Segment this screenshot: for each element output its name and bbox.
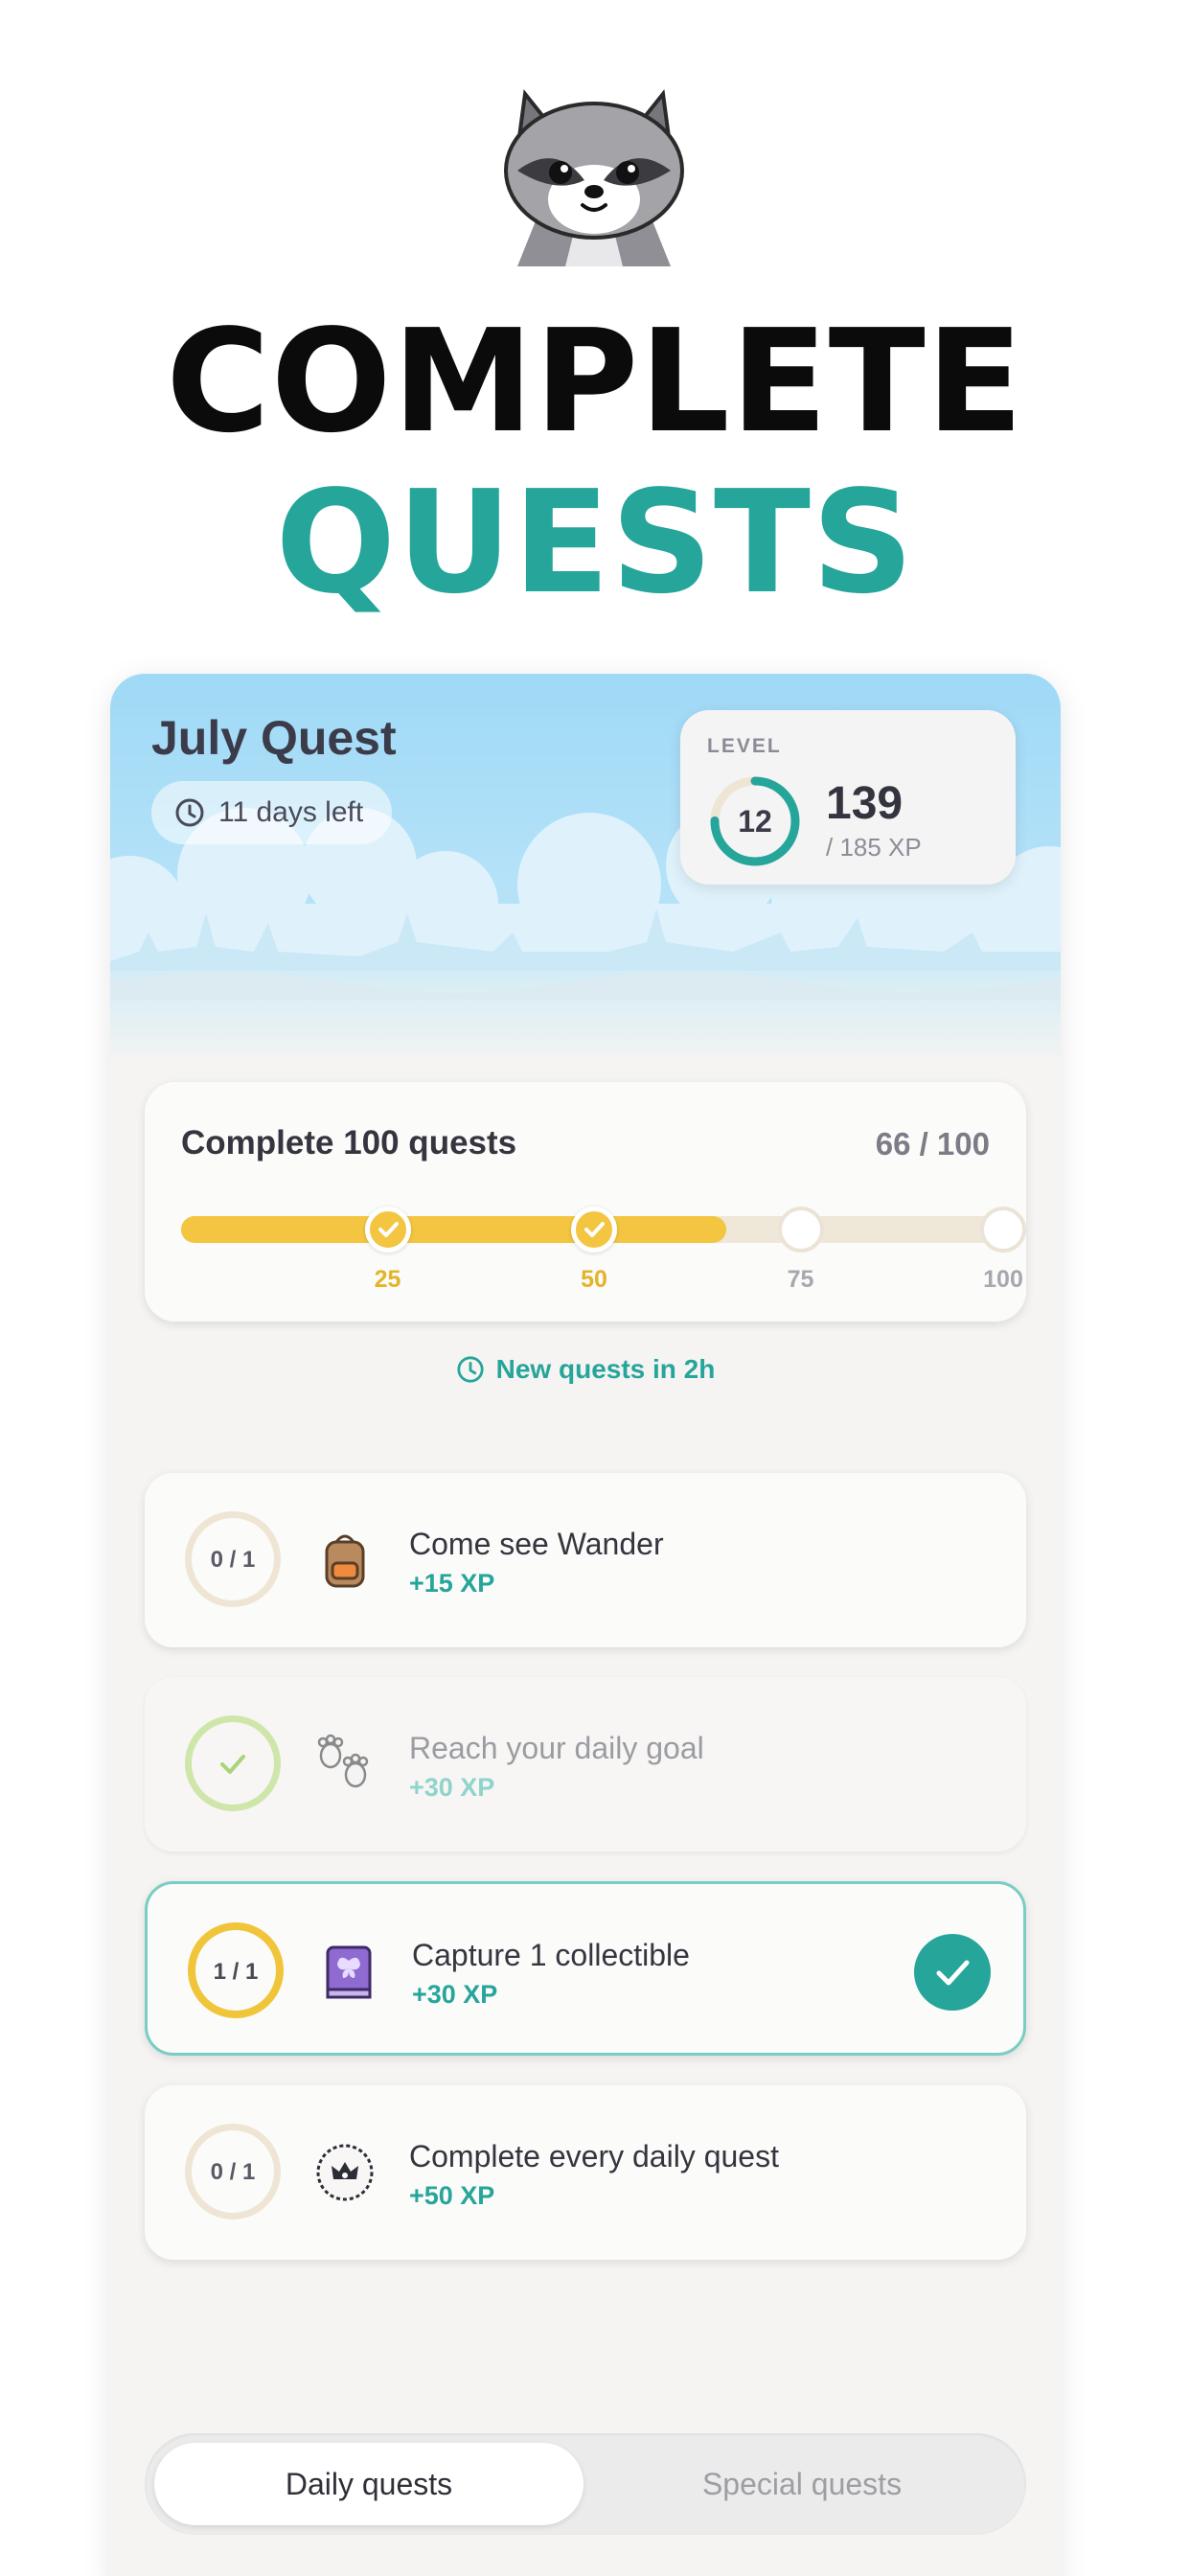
- milestone-label: 75: [787, 1266, 814, 1293]
- backpack-icon: [325, 1534, 365, 1588]
- check-icon: [936, 1960, 970, 1986]
- quest-progress-ring: 0 / 1: [185, 2124, 281, 2220]
- quest-xp: +15 XP: [409, 1569, 495, 1598]
- milestone-marker: [364, 1207, 411, 1253]
- quest-type-tabs: Daily quests Special quests: [145, 2433, 1026, 2535]
- quest-name: Capture 1 collectible: [412, 1938, 690, 1972]
- quest-month-title: July Quest: [151, 711, 397, 765]
- quest-card[interactable]: 0 / 1 Complete every daily quest +50 XP: [145, 2085, 1026, 2260]
- paw-prints-icon: [317, 1734, 369, 1788]
- level-number: 12: [738, 804, 772, 839]
- challenge-progress-fill: [181, 1216, 726, 1243]
- crown-badge-icon: [316, 2144, 374, 2201]
- milestone-label: 25: [374, 1266, 401, 1293]
- quest-xp: +50 XP: [409, 2181, 495, 2210]
- new-quests-text: New quests in 2h: [495, 1354, 716, 1384]
- quest-progress-ring: 0 / 1: [185, 1511, 281, 1607]
- monthly-challenge-card: Complete 100 quests 66 / 100 25 50 75 100: [145, 1082, 1026, 1322]
- claim-reward-button[interactable]: [914, 1934, 991, 2011]
- quest-xp: +30 XP: [412, 1980, 498, 2009]
- clock-icon: [457, 1356, 484, 1383]
- milestone-marker: [571, 1207, 617, 1253]
- quest-xp: +30 XP: [409, 1773, 495, 1802]
- milestone-marker: [777, 1207, 824, 1253]
- level-xp-current: 139: [826, 778, 904, 829]
- headline-line-2: QUESTS: [275, 460, 915, 625]
- time-left-text: 11 days left: [218, 796, 364, 828]
- level-panel[interactable]: LEVEL 12 139 / 185 XP: [680, 710, 1016, 885]
- milestone-marker: [980, 1207, 1026, 1253]
- quest-card[interactable]: 0 / 1 Come see Wander +15 XP: [145, 1473, 1026, 1647]
- challenge-title: Complete 100 quests: [181, 1124, 517, 1162]
- quest-complete-ring: [185, 1715, 281, 1811]
- quest-name: Reach your daily goal: [409, 1731, 704, 1765]
- quest-card[interactable]: 1 / 1 Capture 1 collectible +30 XP: [145, 1881, 1026, 2056]
- challenge-count: 66 / 100: [875, 1126, 990, 1162]
- butterfly-book-icon: [326, 1945, 372, 1999]
- level-xp-total: / 185 XP: [826, 833, 922, 862]
- quest-screen-card: July Quest 11 days left LEVEL 12 139 / 1…: [110, 674, 1061, 2576]
- quest-card[interactable]: Reach your daily goal +30 XP: [145, 1677, 1026, 1852]
- tab-special-quests[interactable]: Special quests: [587, 2443, 1017, 2525]
- check-icon: [584, 1222, 605, 1237]
- headline-line-1: COMPLETE: [166, 299, 1024, 464]
- check-icon: [220, 1755, 245, 1774]
- new-quests-notice: New quests in 2h: [110, 1354, 1061, 1385]
- milestone-label: 100: [983, 1266, 1023, 1293]
- sky-banner: July Quest 11 days left LEVEL 12 139 / 1…: [110, 674, 1061, 1057]
- quest-name: Complete every daily quest: [409, 2139, 779, 2174]
- clock-icon: [175, 798, 204, 827]
- raccoon-mascot-icon: [504, 89, 684, 266]
- milestone-label: 50: [581, 1266, 607, 1293]
- quest-progress-ring: 1 / 1: [188, 1922, 284, 2018]
- check-icon: [378, 1222, 399, 1237]
- tab-daily-quests[interactable]: Daily quests: [154, 2443, 584, 2525]
- quest-name: Come see Wander: [409, 1527, 664, 1561]
- time-left-pill: 11 days left: [151, 781, 393, 844]
- level-label: LEVEL: [707, 735, 782, 757]
